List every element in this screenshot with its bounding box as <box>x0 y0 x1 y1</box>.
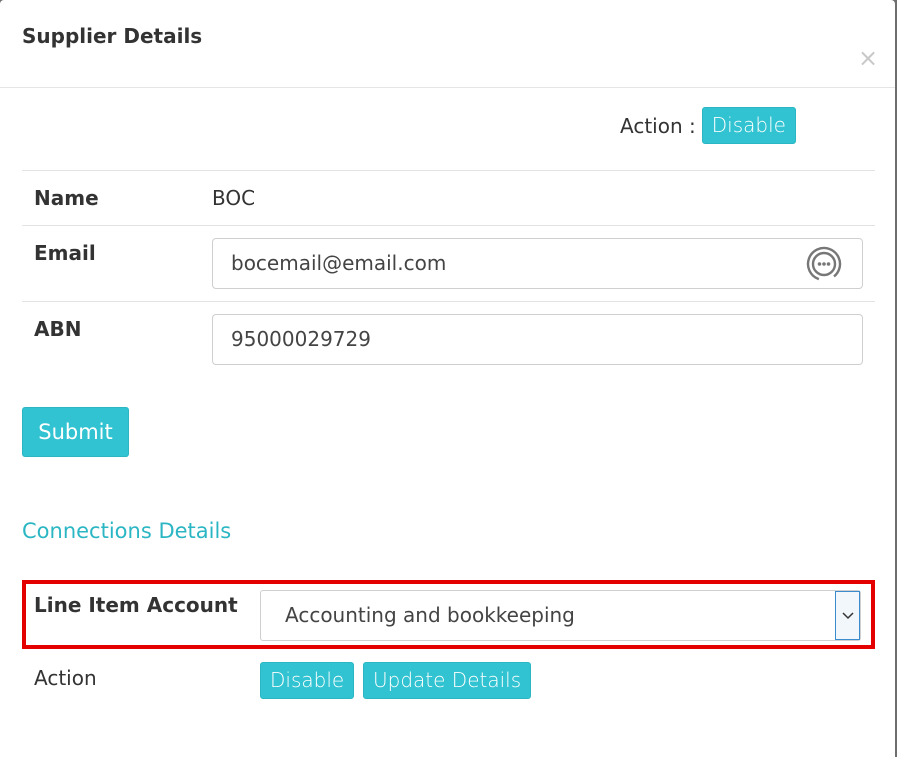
divider <box>22 170 875 171</box>
top-disable-button[interactable]: Disable <box>701 107 796 144</box>
update-details-button[interactable]: Update Details <box>363 662 532 699</box>
abn-field[interactable]: 95000029729 <box>212 314 863 365</box>
more-options-circle-icon[interactable] <box>806 246 842 282</box>
line-item-account-label: Line Item Account <box>34 593 238 617</box>
abn-label: ABN <box>34 317 82 341</box>
modal-title: Supplier Details <box>22 24 203 48</box>
connection-action-label: Action <box>34 666 97 690</box>
name-value: BOC <box>212 186 256 210</box>
top-action-label: Action : <box>620 113 696 138</box>
top-action-group: Action : Disable <box>620 107 796 144</box>
name-label: Name <box>34 186 99 210</box>
email-label: Email <box>34 241 96 265</box>
modal-header: Supplier Details × <box>0 0 895 88</box>
supplier-details-modal: Supplier Details × Action : Disable Name… <box>0 0 895 757</box>
connections-section-title: Connections Details <box>22 519 232 543</box>
abn-value: 95000029729 <box>231 327 371 351</box>
email-field[interactable]: bocemail@email.com <box>212 238 863 289</box>
connection-disable-button[interactable]: Disable <box>260 662 355 699</box>
line-item-account-selected: Accounting and bookkeeping <box>285 603 575 627</box>
email-value: bocemail@email.com <box>231 251 447 275</box>
chevron-down-icon[interactable] <box>835 591 860 640</box>
close-icon[interactable]: × <box>857 44 879 72</box>
line-item-account-select[interactable]: Accounting and bookkeeping <box>260 590 861 641</box>
divider <box>22 225 875 226</box>
submit-button[interactable]: Submit <box>22 407 129 457</box>
divider <box>22 301 875 302</box>
